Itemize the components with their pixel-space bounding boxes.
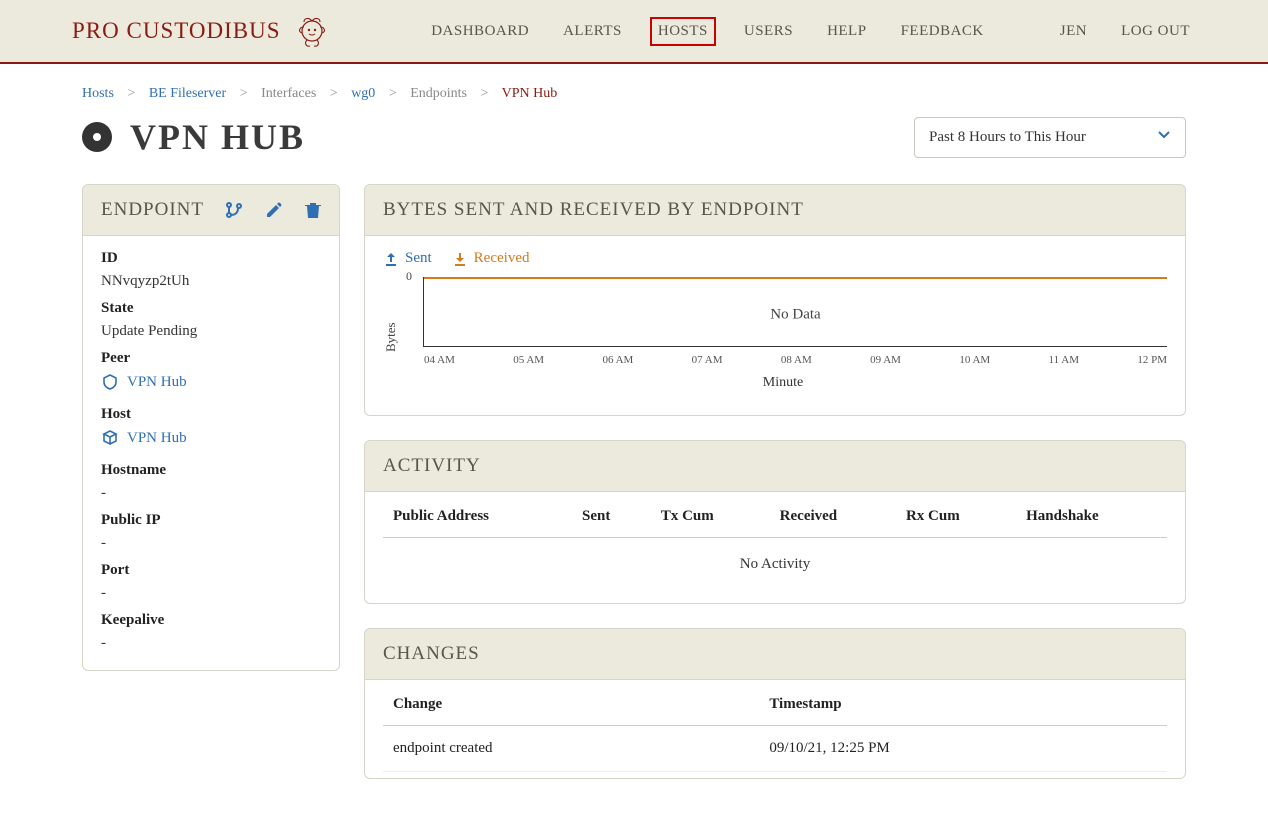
nav-hosts[interactable]: HOSTS bbox=[650, 17, 716, 46]
activity-card: ACTIVITY Public Address Sent Tx Cum Rece… bbox=[364, 440, 1186, 604]
breadcrumb: Hosts > BE Fileserver > Interfaces > wg0… bbox=[82, 86, 1186, 102]
port-value: - bbox=[101, 585, 321, 602]
id-label: ID bbox=[101, 250, 321, 267]
col-tx-cum: Tx Cum bbox=[651, 496, 770, 538]
peer-icon bbox=[101, 373, 119, 391]
nav-feedback[interactable]: FEEDBACK bbox=[895, 19, 990, 44]
change-cell: endpoint created bbox=[383, 726, 759, 772]
state-value: Update Pending bbox=[101, 323, 321, 340]
chart-received-line bbox=[424, 277, 1167, 279]
chart-x-ticks: 04 AM 05 AM 06 AM 07 AM 08 AM 09 AM 10 A… bbox=[424, 354, 1167, 366]
col-handshake: Handshake bbox=[1016, 496, 1167, 538]
chart-card: BYTES SENT AND RECEIVED BY ENDPOINT Sent… bbox=[364, 184, 1186, 416]
peer-link[interactable]: VPN Hub bbox=[101, 373, 187, 391]
endpoint-card: ENDPOINT bbox=[82, 184, 340, 671]
chart-y-label: Bytes bbox=[383, 277, 399, 397]
endpoint-heading: ENDPOINT bbox=[101, 199, 204, 221]
keepalive-label: Keepalive bbox=[101, 612, 321, 629]
hostname-label: Hostname bbox=[101, 462, 321, 479]
col-timestamp: Timestamp bbox=[759, 684, 1167, 726]
chart-y-tick: 0 bbox=[406, 269, 412, 284]
activity-heading: ACTIVITY bbox=[383, 455, 481, 477]
legend-sent[interactable]: Sent bbox=[383, 250, 432, 267]
table-row: endpoint created 09/10/21, 12:25 PM bbox=[383, 726, 1167, 772]
changes-heading: CHANGES bbox=[383, 643, 480, 665]
download-icon bbox=[452, 251, 468, 267]
brand[interactable]: PRO CUSTODIBUS bbox=[72, 14, 329, 48]
crumb-current: VPN Hub bbox=[502, 86, 558, 101]
cube-icon bbox=[101, 429, 119, 447]
nav-help[interactable]: HELP bbox=[821, 19, 873, 44]
time-range-selector[interactable]: Past 8 Hours to This Hour bbox=[914, 117, 1186, 158]
keepalive-value: - bbox=[101, 635, 321, 652]
state-label: State bbox=[101, 300, 321, 317]
bytes-chart: Bytes 0 No Data 04 AM 05 AM 06 AM bbox=[383, 277, 1167, 397]
crumb-interfaces: Interfaces bbox=[261, 86, 316, 101]
publicip-value: - bbox=[101, 535, 321, 552]
upload-icon bbox=[383, 251, 399, 267]
nav-logout[interactable]: LOG OUT bbox=[1115, 19, 1196, 44]
nav-dashboard[interactable]: DASHBOARD bbox=[425, 19, 535, 44]
publicip-label: Public IP bbox=[101, 512, 321, 529]
activity-table: Public Address Sent Tx Cum Received Rx C… bbox=[383, 496, 1167, 538]
top-bar: PRO CUSTODIBUS DASHBOARD ALERTS HOSTS bbox=[0, 0, 1268, 64]
chart-heading: BYTES SENT AND RECEIVED BY ENDPOINT bbox=[383, 199, 804, 221]
chart-no-data: No Data bbox=[770, 306, 820, 323]
port-label: Port bbox=[101, 562, 321, 579]
crumb-hosts[interactable]: Hosts bbox=[82, 86, 114, 101]
endpoint-status-icon bbox=[82, 122, 112, 152]
crumb-endpoints: Endpoints bbox=[410, 86, 467, 101]
chart-legend: Sent Received bbox=[365, 236, 1185, 267]
edit-icon[interactable] bbox=[265, 201, 283, 219]
crumb-host[interactable]: BE Fileserver bbox=[149, 86, 226, 101]
hostname-value: - bbox=[101, 485, 321, 502]
nav-users[interactable]: USERS bbox=[738, 19, 799, 44]
branch-icon[interactable] bbox=[225, 201, 243, 219]
main-nav: DASHBOARD ALERTS HOSTS USERS HELP FEEDBA… bbox=[425, 17, 1196, 46]
changes-table: Change Timestamp endpoint created 09/10/… bbox=[383, 684, 1167, 772]
time-range-label: Past 8 Hours to This Hour bbox=[929, 129, 1086, 146]
activity-empty: No Activity bbox=[383, 538, 1167, 585]
page-title: VPN HUB bbox=[82, 116, 305, 158]
crumb-interface[interactable]: wg0 bbox=[351, 86, 375, 101]
id-value: NNvqyzp2tUh bbox=[101, 273, 321, 290]
peer-label: Peer bbox=[101, 350, 321, 367]
host-label: Host bbox=[101, 406, 321, 423]
nav-alerts[interactable]: ALERTS bbox=[557, 19, 628, 44]
host-link[interactable]: VPN Hub bbox=[101, 429, 187, 447]
chevron-down-icon bbox=[1157, 128, 1171, 147]
timestamp-cell: 09/10/21, 12:25 PM bbox=[759, 726, 1167, 772]
delete-icon[interactable] bbox=[305, 201, 321, 219]
legend-received[interactable]: Received bbox=[452, 250, 530, 267]
brand-text: PRO CUSTODIBUS bbox=[72, 18, 281, 44]
nav-username[interactable]: JEN bbox=[1054, 19, 1093, 44]
col-received: Received bbox=[770, 496, 896, 538]
col-rx-cum: Rx Cum bbox=[896, 496, 1016, 538]
changes-card: CHANGES Change Timestamp endpoint creat bbox=[364, 628, 1186, 779]
col-public-address: Public Address bbox=[383, 496, 572, 538]
chart-x-label: Minute bbox=[399, 375, 1167, 391]
col-sent: Sent bbox=[572, 496, 651, 538]
col-change: Change bbox=[383, 684, 759, 726]
medusa-logo-icon bbox=[295, 14, 329, 48]
